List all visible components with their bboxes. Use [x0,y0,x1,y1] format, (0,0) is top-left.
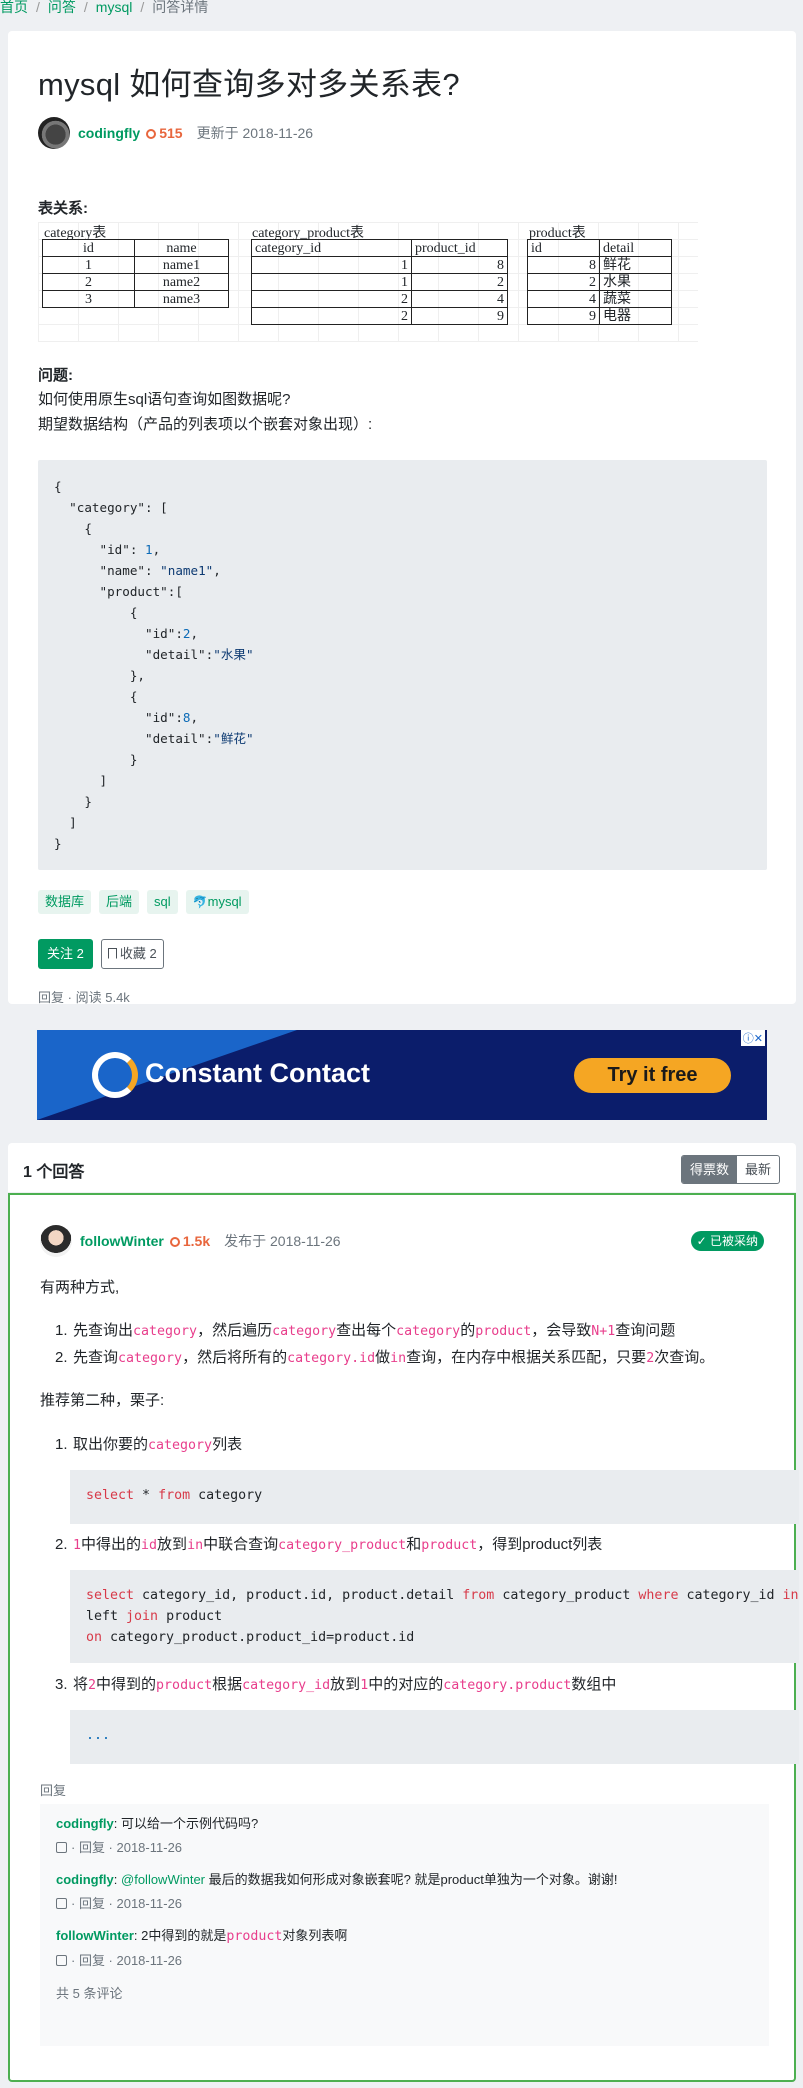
ad-cta-button[interactable]: Try it free [574,1058,731,1093]
ad-brand: Constant Contact [145,1058,370,1088]
sort-votes-button[interactable]: 得票数 [681,1156,737,1183]
bookmark-icon [107,948,117,959]
thumb-up-icon[interactable] [56,1842,67,1853]
reputation: 515 [146,125,183,141]
breadcrumb-qa[interactable]: 问答 [48,0,76,15]
comment-text: 可以给一个示例代码吗? [121,1816,259,1831]
question-line-1: 如何使用原生sql语句查询如图数据呢? [38,391,291,408]
category-product-table: category_id product_id 18 12 24 29 [251,239,508,325]
problem-label: 问题: [38,367,73,384]
author-link[interactable]: codingfly [78,125,140,141]
breadcrumb-tag[interactable]: mysql [96,0,133,15]
thumb-up-icon[interactable] [56,1955,67,1966]
comment-list: codingfly: 可以给一个示例代码吗? · 回复 · 2018-11-26… [40,1804,769,2046]
sort-toggle: 得票数 最新 [680,1155,780,1184]
code-block-step-2: select category_id, product.id, product.… [70,1570,799,1663]
code-block-step-1: select * from category [70,1470,799,1524]
comment-text: 最后的数据我如何形成对象嵌套呢? 就是product单独为一个对象。谢谢! [205,1872,618,1887]
tag-list: 数据库 后端 sql 🐬mysql [38,890,249,914]
comment-user[interactable]: codingfly [56,1872,114,1887]
comment-user[interactable]: followWinter [56,1928,134,1943]
answer-meta: followWinter 1.5k 发布于 2018-11-26 [40,1225,341,1257]
category-table: id name 1 name1 2 name2 3 name3 [42,239,229,308]
list-item: 1. 先查询出category，然后遍历category查出每个category的… [55,1322,676,1339]
answers-header: 1 个回答 得票数 最新 [8,1143,796,1192]
reply-link[interactable]: 回复 [38,990,64,1005]
accepted-badge: ✓ 已被采纳 [690,1231,764,1251]
answer-reputation: 1.5k [169,1233,210,1249]
follow-button[interactable]: 关注 2 [38,939,93,969]
step-2: 2. 1中得出的id放到in中联合查询category_product和produ… [55,1536,603,1553]
question-footer: 回复 · 阅读 5.4k [38,990,130,1005]
breadcrumb-home[interactable]: 首页 [0,0,28,15]
ad-close-icon[interactable]: ⓘ✕ [740,1030,765,1046]
question-line-2: 期望数据结构（产品的列表项以个嵌套对象出现）: [38,416,373,433]
thumb-up-icon[interactable] [56,1898,67,1909]
methods-list: 1. 先查询出category，然后遍历category查出每个category的… [55,1318,714,1372]
recommend-text: 推荐第二种，栗子: [40,1392,165,1409]
advertisement[interactable]: Constant Contact Try it free ⓘ✕ [37,1030,767,1120]
relation-tables-image: category表 id name 1 name1 2 name2 3 name3 ca… [38,222,698,342]
tag-backend[interactable]: 后端 [99,890,140,914]
avatar[interactable] [38,117,70,149]
question-meta: codingfly 515 更新于 2018-11-26 [38,117,313,149]
bookmark-button[interactable]: 收藏 2 [100,939,164,969]
comments-total[interactable]: 共 5 条评论 [56,1983,753,2002]
code-block-expected-json: { "category": [ { "id": 1, "name": "name… [38,460,767,870]
medal-icon [169,1237,180,1247]
comment-item: followWinter: 2中得到的就是product对象列表啊 · 回复 ·… [56,1928,348,1968]
tag-mysql[interactable]: 🐬mysql [185,890,249,914]
comment-mention[interactable]: @followWinter [121,1872,205,1887]
question-actions: 关注 2 收藏 2 [38,939,164,969]
comment-user[interactable]: codingfly [56,1816,114,1831]
avatar[interactable] [40,1225,72,1257]
tag-database[interactable]: 数据库 [38,890,92,914]
answer-reply-link[interactable]: 回复 [40,1780,66,1799]
answer-card: followWinter 1.5k 发布于 2018-11-26 ✓ 已被采纳 … [8,1193,799,2082]
constant-contact-logo-icon [92,1052,138,1098]
step-3: 3. 将2中得到的product根据category_id放到1中的对应的cate… [55,1676,617,1693]
updated-time: 更新于 2018-11-26 [196,125,314,141]
page-title: mysql 如何查询多对多关系表? [38,67,460,102]
medal-icon [146,129,157,139]
question-card: mysql 如何查询多对多关系表? codingfly 515 更新于 2018… [8,31,796,1005]
product-table: id detail 8 鲜花 2 水果 4 蔬菜 9 电器 [527,239,672,325]
list-item: 2. 先查询category，然后将所有的category.id做in查询，在内存… [55,1349,715,1366]
answer-intro: 有两种方式, [40,1279,120,1296]
views-count: 阅读 5.4k [75,990,130,1005]
sort-newest-button[interactable]: 最新 [737,1156,779,1183]
answer-count: 1 个回答 [23,1164,85,1181]
published-time: 发布于 2018-11-26 [224,1233,341,1249]
comment-item: codingfly: @followWinter 最后的数据我如何形成对象嵌套呢… [56,1872,618,1911]
tag-sql[interactable]: sql [147,890,178,914]
answer-author-link[interactable]: followWinter [80,1233,164,1249]
comment-item: codingfly: 可以给一个示例代码吗? · 回复 · 2018-11-26 [56,1816,259,1855]
breadcrumb-current: 问答详情 [152,0,209,15]
step-1: 1. 取出你要的category列表 [55,1436,243,1453]
breadcrumb: 首页 / 问答 / mysql / 问答详情 [0,0,209,15]
relations-label: 表关系: [38,200,88,217]
code-block-step-3: ... [70,1710,799,1764]
dolphin-icon: 🐬 [192,895,208,909]
